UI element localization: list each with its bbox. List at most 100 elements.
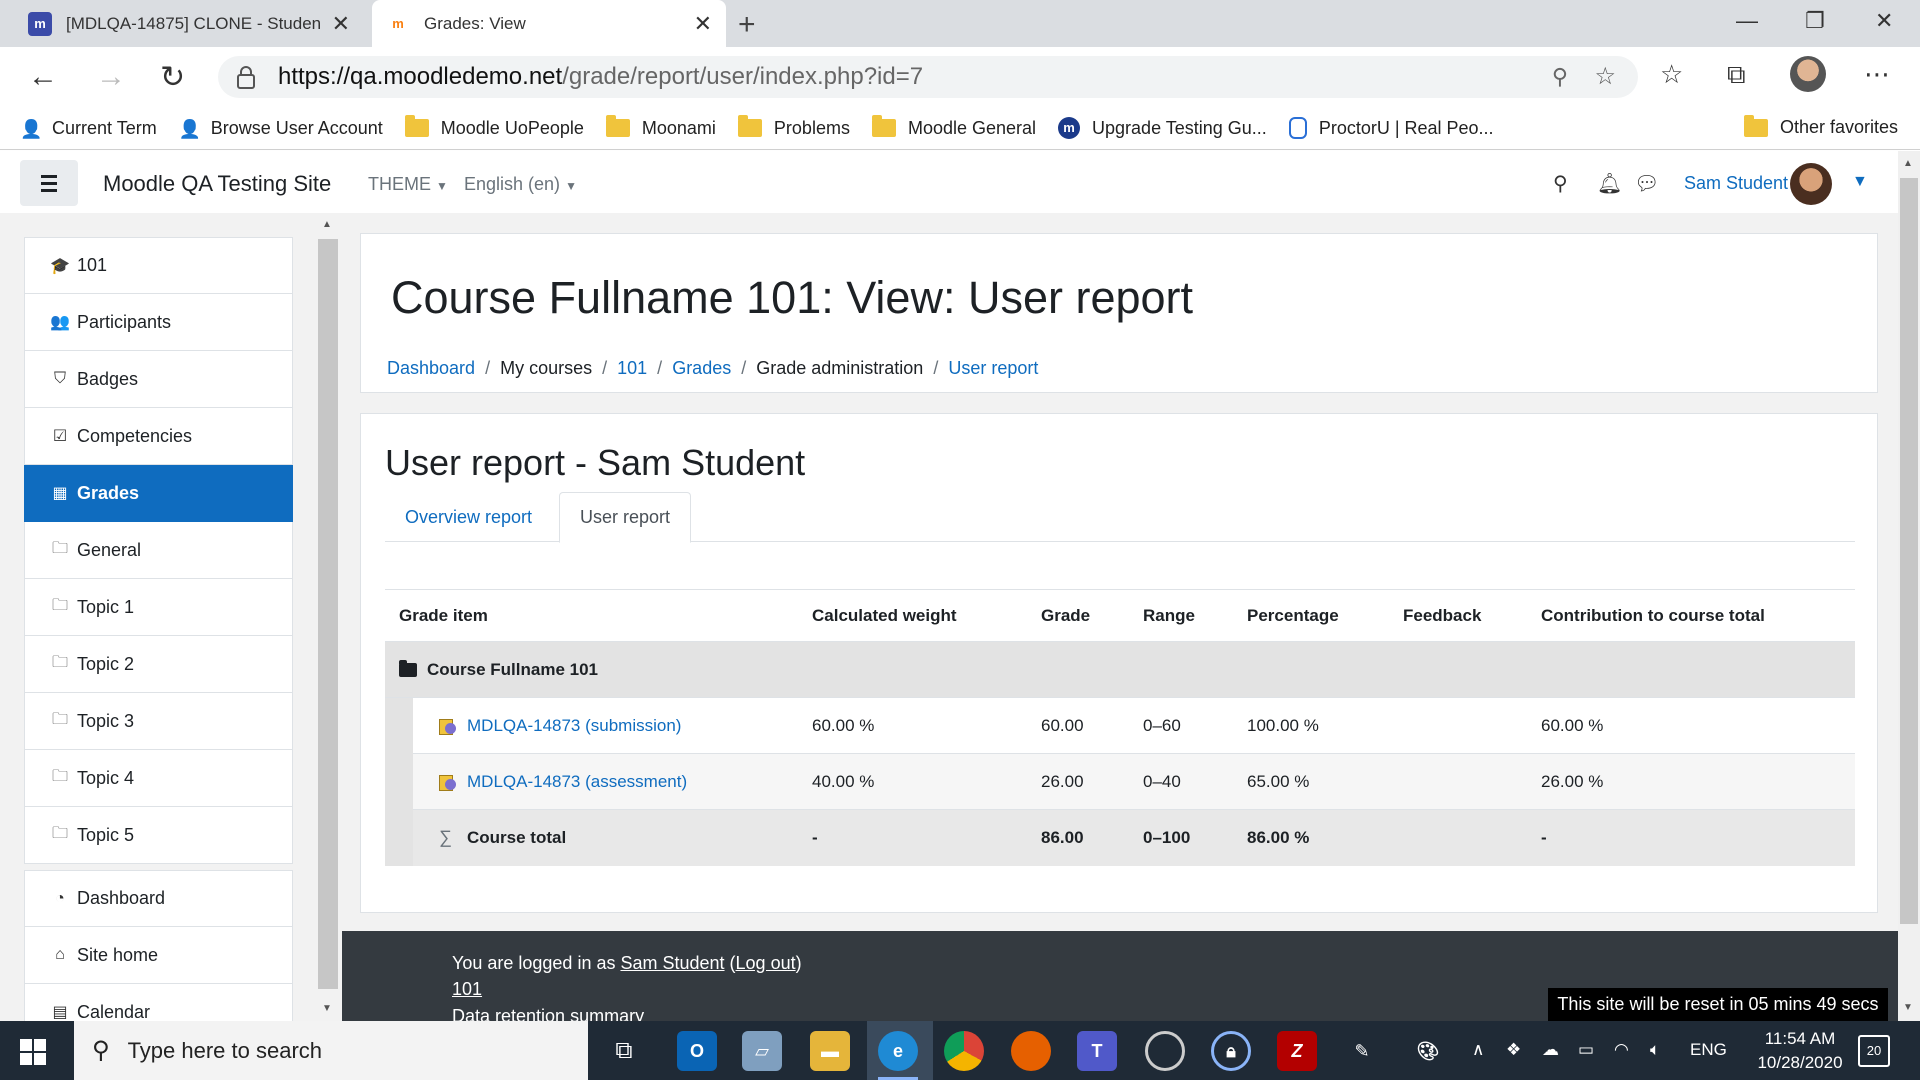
profile-link[interactable]: Sam Student xyxy=(620,953,724,973)
sidebar-item-topic-5[interactable]: 🗀 Topic 5 xyxy=(24,807,293,864)
new-tab-icon[interactable]: + xyxy=(738,8,756,42)
breadcrumb-item-grades[interactable]: Grades xyxy=(672,358,731,379)
messages-icon[interactable]: 💬︎ xyxy=(1634,171,1659,196)
bookmark-upgrade-testing[interactable]: m Upgrade Testing Gu... xyxy=(1058,117,1267,139)
vpn-lock-icon[interactable]: 🔒︎ xyxy=(1211,1031,1251,1071)
restore-icon[interactable]: ❐ xyxy=(1805,8,1825,34)
scroll-down-icon[interactable]: ▼ xyxy=(322,1003,332,1014)
logout-open: ( xyxy=(724,953,736,973)
paint-icon[interactable]: 🎨︎ xyxy=(1408,1031,1448,1071)
profile-avatar[interactable] xyxy=(1790,56,1826,92)
obs-icon[interactable] xyxy=(1145,1031,1185,1071)
close-icon[interactable]: ✕ xyxy=(332,11,350,37)
sidebar-item-topic-1[interactable]: 🗀 Topic 1 xyxy=(24,579,293,636)
system-clock[interactable]: 11:54 AM 10/28/2020 xyxy=(1745,1027,1855,1075)
drawer-toggle-button[interactable] xyxy=(20,160,78,206)
language-dropdown[interactable]: English (en) ▼ xyxy=(464,174,577,195)
teams-icon[interactable]: T xyxy=(1077,1031,1117,1071)
breadcrumb-item-101[interactable]: 101 xyxy=(617,358,647,379)
breadcrumb-item-user-report[interactable]: User report xyxy=(948,358,1038,379)
tools-icon[interactable]: ✎ xyxy=(1342,1031,1382,1071)
windows-start-icon[interactable] xyxy=(20,1039,46,1065)
outlook-icon[interactable]: O xyxy=(677,1031,717,1071)
sidebar-item-dashboard[interactable]: ◔ Dashboard xyxy=(24,870,293,927)
site-name[interactable]: Moodle QA Testing Site xyxy=(103,171,331,197)
dropbox-icon[interactable]: ❖ xyxy=(1506,1040,1521,1060)
bookmark-problems[interactable]: Problems xyxy=(737,115,850,139)
notes-app-icon[interactable]: ▱ xyxy=(742,1031,782,1071)
sidebar-item-topic-2[interactable]: 🗀 Topic 2 xyxy=(24,636,293,693)
tab-user-report[interactable]: User report xyxy=(559,492,692,543)
page-scrollbar-thumb[interactable] xyxy=(1900,178,1918,924)
sidebar-item-label: Calendar xyxy=(77,1001,151,1022)
chevron-down-icon[interactable]: ▼ xyxy=(1852,173,1868,191)
file-explorer-icon[interactable]: ▬ xyxy=(810,1031,850,1071)
scroll-down-icon[interactable]: ▼ xyxy=(1903,1002,1913,1013)
sidebar-item-101[interactable]: 🎓 101 xyxy=(24,237,293,294)
workshop-icon xyxy=(439,717,457,736)
battery-icon[interactable]: ▭ xyxy=(1578,1040,1594,1060)
forward-icon[interactable]: → xyxy=(96,60,126,94)
bookmark-label: Moodle General xyxy=(907,117,1037,138)
volume-icon[interactable]: 🔈︎ xyxy=(1650,1040,1660,1060)
course-total-row: ∑ Course total - 86.00 0–100 86.00 % - xyxy=(385,809,1855,866)
firefox-icon[interactable] xyxy=(1011,1031,1051,1071)
theme-dropdown[interactable]: THEME ▼ xyxy=(368,174,448,195)
sidebar-item-site-home[interactable]: ⌂ Site home xyxy=(24,927,293,984)
sidebar-item-grades[interactable]: ▦ Grades xyxy=(24,465,293,522)
url-path: /grade/report/user/index.php?id=7 xyxy=(562,63,924,90)
tab-overview-report[interactable]: Overview report xyxy=(385,492,552,543)
bookmark-browse-user-account[interactable]: 👤 Browse User Account xyxy=(179,118,383,140)
scroll-up-icon[interactable]: ▲ xyxy=(1903,158,1913,169)
bookmark-moodle-uopeople[interactable]: Moodle UoPeople xyxy=(404,115,584,139)
favorites-icon[interactable]: ☆ xyxy=(1660,59,1683,90)
wifi-icon[interactable]: ◠ xyxy=(1614,1040,1629,1060)
filezilla-icon[interactable]: Z xyxy=(1277,1031,1317,1071)
grade-item-link[interactable]: MDLQA-14873 (submission) xyxy=(467,716,681,735)
notification-center-icon[interactable]: 20 xyxy=(1858,1035,1890,1067)
sidebar-item-badges[interactable]: ⛉ Badges xyxy=(24,351,293,408)
bookmark-other-favorites[interactable]: Other favorites xyxy=(1743,114,1898,138)
avatar[interactable] xyxy=(1790,163,1832,205)
sidebar-item-topic-3[interactable]: 🗀 Topic 3 xyxy=(24,693,293,750)
favorite-star-icon[interactable]: ☆ xyxy=(1594,62,1616,91)
browser-tab-tracker[interactable]: m [MDLQA-14875] CLONE - Studen ✕ xyxy=(14,0,364,47)
bookmark-proctoru[interactable]: ProctorU | Real Peo... xyxy=(1288,117,1494,139)
back-icon[interactable]: ← xyxy=(28,60,58,94)
language-indicator[interactable]: ENG xyxy=(1690,1040,1727,1060)
collections-icon[interactable]: ⧉ xyxy=(1727,59,1746,91)
logout-link[interactable]: Log out xyxy=(736,953,796,973)
tray-chevron-up-icon[interactable]: ∧ xyxy=(1472,1040,1484,1060)
sidebar-item-competencies[interactable]: ☑ Competencies xyxy=(24,408,293,465)
task-view-icon[interactable]: ⧉ xyxy=(604,1031,644,1071)
bookmark-current-term[interactable]: 👤 Current Term xyxy=(20,118,157,140)
browser-tab-grades[interactable]: m Grades: View ✕ xyxy=(372,0,726,47)
bookmark-moodle-general[interactable]: Moodle General xyxy=(871,115,1037,139)
notification-count: 20 xyxy=(1866,1043,1882,1058)
more-icon[interactable]: ⋯ xyxy=(1864,59,1890,90)
sidebar-item-topic-4[interactable]: 🗀 Topic 4 xyxy=(24,750,293,807)
breadcrumb-item-dashboard[interactable]: Dashboard xyxy=(387,358,475,379)
zoom-icon[interactable]: ⚲ xyxy=(1552,64,1568,90)
sidebar-item-calendar[interactable]: ▤ Calendar xyxy=(24,984,293,1021)
scroll-up-icon[interactable]: ▲ xyxy=(322,219,332,230)
drawer-scrollbar-thumb[interactable] xyxy=(318,239,338,989)
edge-icon[interactable]: e xyxy=(878,1031,918,1071)
refresh-icon[interactable]: ↻ xyxy=(160,60,185,95)
minimize-icon[interactable]: — xyxy=(1736,8,1758,34)
grade-item-link[interactable]: MDLQA-14873 (assessment) xyxy=(467,772,687,791)
search-icon[interactable]: ⚲ xyxy=(1553,171,1568,196)
folder-icon: 🗀 xyxy=(51,767,68,785)
notifications-bell-icon[interactable]: 🔔︎ xyxy=(1597,171,1622,196)
course-link[interactable]: 101 xyxy=(452,979,482,999)
url-input[interactable]: https://qa.moodledemo.net/grade/report/u… xyxy=(218,56,1638,98)
bookmark-moonami[interactable]: Moonami xyxy=(605,115,716,139)
taskbar-search-input[interactable]: ⚲ Type here to search xyxy=(74,1021,588,1080)
sidebar-item-general[interactable]: 🗀 General xyxy=(24,522,293,579)
sidebar-item-participants[interactable]: 👥 Participants xyxy=(24,294,293,351)
onedrive-icon[interactable]: ☁ xyxy=(1542,1040,1559,1060)
user-menu-name[interactable]: Sam Student xyxy=(1684,173,1788,194)
chrome-icon[interactable] xyxy=(944,1031,984,1071)
window-close-icon[interactable]: ✕ xyxy=(1875,8,1893,34)
close-icon[interactable]: ✕ xyxy=(694,11,712,37)
